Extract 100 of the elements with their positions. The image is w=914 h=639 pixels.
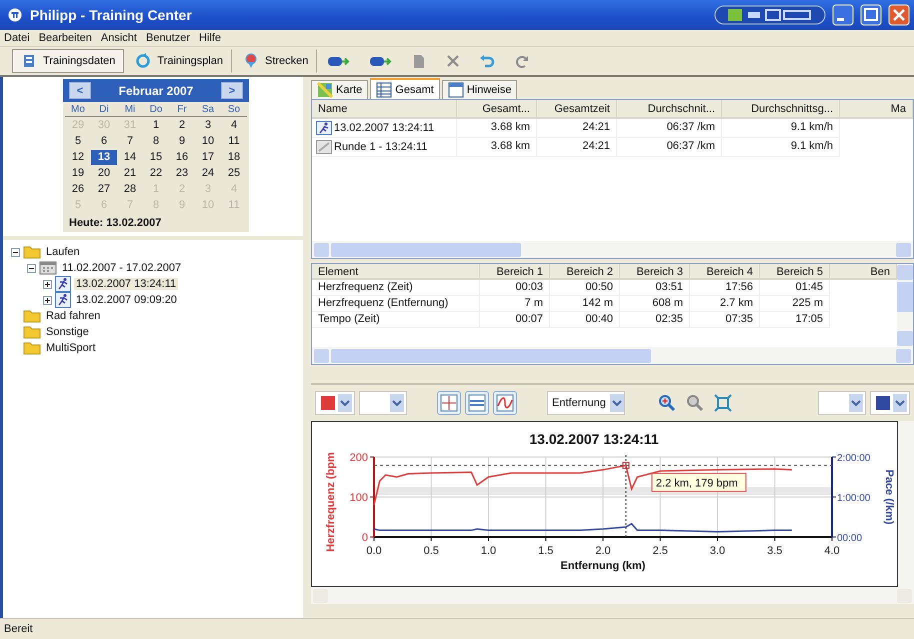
tick-label: 200 <box>350 452 368 464</box>
window-title: Philipp - Training Center <box>30 7 192 23</box>
column-header[interactable]: Bereich 2 <box>550 264 620 280</box>
folder-icon <box>23 245 41 259</box>
calendar-day[interactable]: 2 <box>169 118 195 133</box>
menu-item[interactable]: Bearbeiten <box>38 32 92 44</box>
weekday-label: So <box>221 104 247 117</box>
column-header[interactable]: Bereich 1 <box>480 264 550 280</box>
calendar-day[interactable]: 22 <box>143 166 169 181</box>
dropdown[interactable] <box>359 391 407 415</box>
calendar-day[interactable]: 27 <box>91 182 117 197</box>
toolbar-button[interactable]: Trainingsdaten <box>12 49 124 73</box>
next-month-button[interactable]: > <box>221 82 243 99</box>
tree-item[interactable]: 13.02.2007 13:24:11 <box>74 278 178 290</box>
color-dropdown[interactable] <box>315 391 355 415</box>
table-cell: Herzfrequenz (Entfernung) <box>312 296 480 312</box>
menu-item[interactable]: Ansicht <box>100 32 137 44</box>
undo-icon <box>479 53 496 69</box>
column-header[interactable]: Durchschnittsg... <box>722 100 840 119</box>
calendar-day[interactable]: 25 <box>221 166 247 181</box>
caret-icon <box>338 394 352 412</box>
weekday-label: Mo <box>65 104 91 117</box>
column-header[interactable]: Ma <box>840 100 913 119</box>
calendar-day[interactable]: 5 <box>65 134 91 149</box>
calendar-day[interactable]: 19 <box>65 166 91 181</box>
table-cell: 01:45 <box>760 280 830 296</box>
media-controls-icon <box>714 5 826 25</box>
column-header[interactable]: Bereich 3 <box>620 264 690 280</box>
table-cell: 06:37 /km <box>617 119 722 138</box>
column-header[interactable]: Bereich 5 <box>760 264 830 280</box>
vertical-scrollbar[interactable] <box>897 264 913 347</box>
column-header[interactable]: Gesamtzeit <box>537 100 617 119</box>
horizontal-scrollbar[interactable] <box>312 241 913 258</box>
calendar-day[interactable]: 11 <box>221 134 247 149</box>
menu-item[interactable]: Datei <box>4 32 30 44</box>
crosshair-button[interactable] <box>437 391 461 415</box>
calendar-day[interactable]: 1 <box>143 118 169 133</box>
tree-item[interactable]: Rad fahren <box>44 310 102 322</box>
calendar-day[interactable]: 17 <box>195 150 221 165</box>
calendar-day[interactable]: 7 <box>117 134 143 149</box>
tab[interactable]: Karte <box>311 80 368 99</box>
zoom-out-icon <box>686 394 704 412</box>
previous-month-button[interactable]: < <box>69 82 91 99</box>
column-header[interactable]: Gesamt... <box>457 100 537 119</box>
horizontal-scrollbar[interactable] <box>311 587 914 604</box>
table-cell: 3.68 km <box>457 138 537 157</box>
column-header[interactable]: Ben <box>830 264 897 280</box>
tab[interactable]: Gesamt <box>370 78 440 99</box>
collapse-icon[interactable] <box>27 264 36 272</box>
tree-item[interactable]: MultiSport <box>44 342 98 354</box>
tree-item[interactable]: 11.02.2007 - 17.02.2007 <box>60 262 184 274</box>
vertical-scrollbar[interactable] <box>898 421 914 587</box>
column-header[interactable]: Name <box>312 100 457 119</box>
column-header[interactable]: Bereich 4 <box>690 264 760 280</box>
table-cell: Herzfrequenz (Zeit) <box>312 280 480 296</box>
calendar-day[interactable]: 13 <box>91 150 117 165</box>
column-header[interactable]: Element <box>312 264 480 280</box>
calendar-day[interactable]: 4 <box>221 118 247 133</box>
calendar-day[interactable]: 23 <box>169 166 195 181</box>
tree-item[interactable]: Sonstige <box>44 326 91 338</box>
wave-button[interactable] <box>493 391 517 415</box>
tick-label: 0.5 <box>424 545 439 557</box>
table-cell: 24:21 <box>537 119 617 138</box>
weekday-label: Sa <box>195 104 221 117</box>
calendar-day[interactable]: 28 <box>117 182 143 197</box>
calendar-day[interactable]: 14 <box>117 150 143 165</box>
tick-label: 3.0 <box>710 545 726 557</box>
calendar-day[interactable]: 26 <box>65 182 91 197</box>
calendar-day[interactable]: 18 <box>221 150 247 165</box>
calendar-day[interactable]: 3 <box>195 118 221 133</box>
annotation: 2.2 km, 179 bpm <box>656 477 738 490</box>
menu-item[interactable]: Hilfe <box>199 32 222 44</box>
calendar-day[interactable]: 8 <box>143 134 169 149</box>
axis-dropdown[interactable]: Entfernung <box>547 391 625 415</box>
minimize-button[interactable] <box>832 4 854 26</box>
expand-icon[interactable] <box>43 280 52 288</box>
color-dropdown[interactable] <box>870 391 910 415</box>
calendar-day[interactable]: 20 <box>91 166 117 181</box>
menu-item[interactable]: Benutzer <box>146 32 190 44</box>
calendar-day[interactable]: 21 <box>117 166 143 181</box>
calendar-day[interactable]: 9 <box>169 134 195 149</box>
calendar-day[interactable]: 6 <box>91 134 117 149</box>
tick-label: 2.0 <box>595 545 611 557</box>
tree-item[interactable]: Laufen <box>44 246 82 258</box>
expand-icon[interactable] <box>43 296 52 304</box>
calendar-day[interactable]: 15 <box>143 150 169 165</box>
marker <box>622 462 630 469</box>
calendar-day[interactable]: 24 <box>195 166 221 181</box>
tree-item[interactable]: 13.02.2007 09:09:20 <box>74 294 179 306</box>
horizontal-lines-button[interactable] <box>465 391 489 415</box>
calendar-day[interactable]: 10 <box>195 134 221 149</box>
maximize-button[interactable] <box>860 4 882 26</box>
column-header[interactable]: Durchschnit... <box>617 100 722 119</box>
tab[interactable]: Hinweise <box>442 80 518 99</box>
calendar-day[interactable]: 12 <box>65 150 91 165</box>
runner-icon <box>316 121 332 135</box>
calendar-day[interactable]: 16 <box>169 150 195 165</box>
collapse-icon[interactable] <box>11 248 20 256</box>
close-button[interactable] <box>888 4 910 26</box>
horizontal-scrollbar[interactable] <box>312 347 913 364</box>
